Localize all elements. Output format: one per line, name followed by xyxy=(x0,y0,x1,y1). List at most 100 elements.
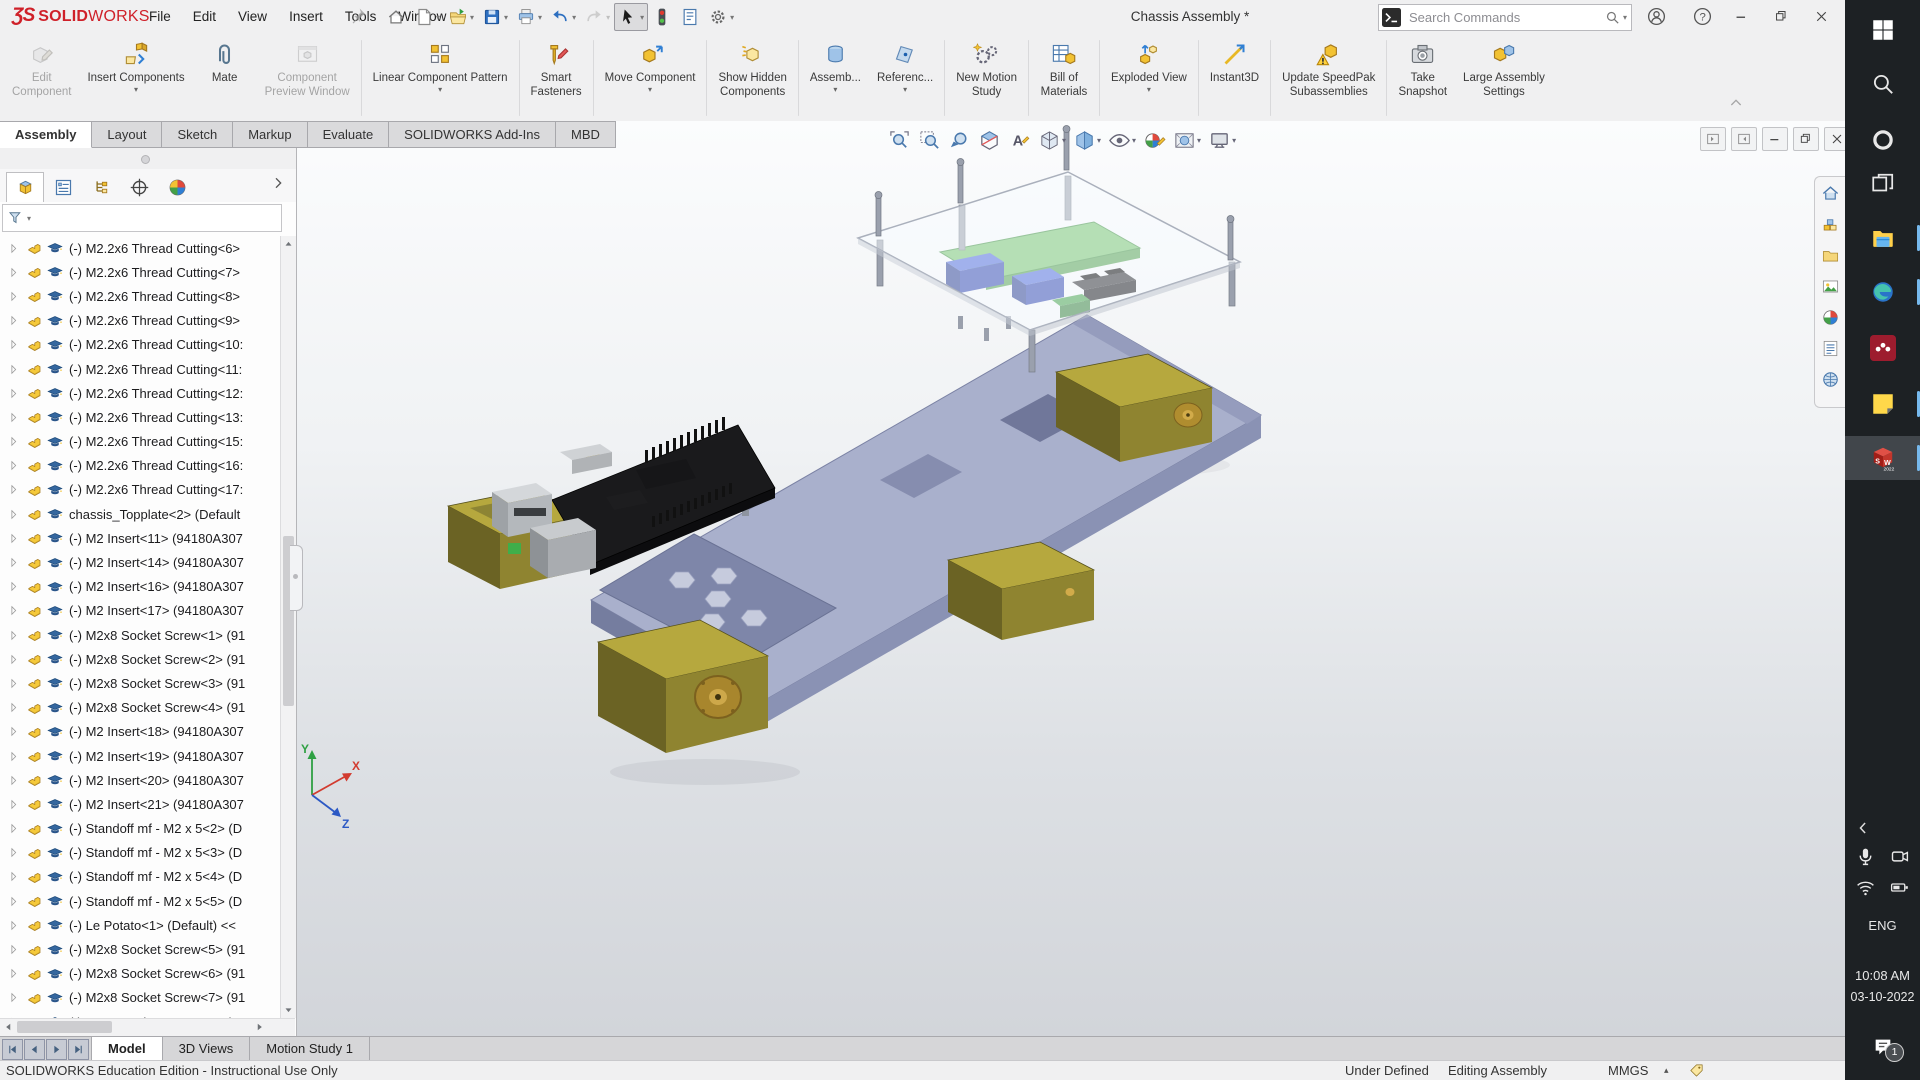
expand-arrow-icon[interactable] xyxy=(7,532,20,545)
scroll-left-icon[interactable] xyxy=(1,1020,16,1034)
doc-minimize-button[interactable] xyxy=(1762,127,1788,151)
splitter-handle[interactable] xyxy=(141,155,150,164)
menu-item[interactable]: Insert xyxy=(278,0,334,33)
ribbon-button[interactable] xyxy=(593,40,594,116)
panel-expand-icon[interactable] xyxy=(270,175,286,191)
scroll-next-button[interactable] xyxy=(46,1039,67,1060)
tab-addins[interactable]: SOLIDWORKS Add-Ins xyxy=(389,121,556,148)
tree-item[interactable]: (-) M2.2x6 Thread Cutting<10: xyxy=(0,333,280,357)
ribbon-button[interactable] xyxy=(798,40,799,116)
previous-view-button[interactable] xyxy=(946,127,973,154)
tree-item[interactable]: (-) Standoff mf - M2 x 5<3> (D xyxy=(0,841,280,865)
search-dropdown-caret[interactable]: ▾ xyxy=(1623,13,1627,22)
ribbon-button[interactable] xyxy=(519,40,520,116)
expand-arrow-icon[interactable] xyxy=(7,363,20,376)
take-snapshot-button[interactable]: Take Snapshot xyxy=(1390,37,1455,119)
file-properties-button[interactable] xyxy=(676,3,704,31)
hide-show-items-button[interactable] xyxy=(1106,127,1138,154)
tree-item[interactable]: (-) M2x8 Socket Screw<7> (91 xyxy=(0,986,280,1010)
tree-item[interactable]: (-) M2.2x6 Thread Cutting<15: xyxy=(0,430,280,454)
tree-item[interactable]: (-) M2 Insert<20> (94180A307 xyxy=(0,768,280,792)
edit-appearance-button[interactable] xyxy=(1141,127,1168,154)
props-icon[interactable] xyxy=(1821,339,1840,358)
ribbon-button[interactable] xyxy=(1198,40,1199,116)
task-view-button[interactable] xyxy=(1845,162,1920,206)
cam-icon[interactable] xyxy=(1889,846,1910,867)
featuremanager-tab[interactable] xyxy=(6,172,44,202)
show-hidden-components-button[interactable]: Show Hidden Components xyxy=(710,37,794,119)
scroll-previous-button[interactable] xyxy=(24,1039,45,1060)
expand-arrow-icon[interactable] xyxy=(7,798,20,811)
tab-assembly[interactable]: Assembly xyxy=(0,121,92,148)
lib-icon[interactable] xyxy=(1821,215,1840,234)
tree-item[interactable]: (-) M2.2x6 Thread Cutting<6> xyxy=(0,236,280,260)
expand-arrow-icon[interactable] xyxy=(7,701,20,714)
expand-arrow-icon[interactable] xyxy=(7,580,20,593)
expand-arrow-icon[interactable] xyxy=(7,459,20,472)
expand-arrow-icon[interactable] xyxy=(7,242,20,255)
insert-components-button[interactable]: Insert Components xyxy=(79,37,192,119)
tree-item[interactable]: (-) M2.2x6 Thread Cutting<7> xyxy=(0,260,280,284)
scroll-right-icon[interactable] xyxy=(252,1020,267,1034)
smart-fasteners-button[interactable]: Smart Fasteners xyxy=(523,37,590,119)
expand-arrow-icon[interactable] xyxy=(7,483,20,496)
home-button[interactable] xyxy=(382,3,410,31)
open-button[interactable] xyxy=(444,3,478,31)
tree-vertical-scrollbar[interactable] xyxy=(280,236,296,1018)
units-selector[interactable]: MMGS xyxy=(1608,1063,1648,1078)
tree-item[interactable]: (-) M2x8 Socket Screw<2> (91 xyxy=(0,647,280,671)
clock-date[interactable]: 03-10-2022 xyxy=(1845,990,1920,1004)
component-preview-window-button[interactable]: Component Preview Window xyxy=(257,37,358,119)
expand-arrow-icon[interactable] xyxy=(7,967,20,980)
tag-icon[interactable] xyxy=(1688,1062,1705,1079)
ribbon-collapse-icon[interactable] xyxy=(1726,95,1746,111)
doc-restore-button[interactable] xyxy=(1793,127,1819,151)
ribbon-button[interactable] xyxy=(706,40,707,116)
displaymanager-tab[interactable] xyxy=(158,172,196,202)
tree-item[interactable]: (-) M2.2x6 Thread Cutting<12: xyxy=(0,381,280,405)
expand-arrow-icon[interactable] xyxy=(7,943,20,956)
account-icon[interactable] xyxy=(1646,6,1667,27)
display-style-button[interactable] xyxy=(1071,127,1103,154)
expand-arrow-icon[interactable] xyxy=(7,870,20,883)
assembly-model[interactable]: Y X Z xyxy=(296,121,1845,1036)
tree-item[interactable]: (-) M2 Insert<11> (94180A307 xyxy=(0,526,280,550)
dimxpertmanager-tab[interactable] xyxy=(120,172,158,202)
tree-item[interactable]: (-) M2.2x6 Thread Cutting<9> xyxy=(0,309,280,333)
home-icon[interactable] xyxy=(1821,184,1840,203)
tree-item[interactable]: chassis_Topplate<2> (Default xyxy=(0,502,280,526)
close-button[interactable] xyxy=(1806,4,1836,29)
menu-item[interactable]: File xyxy=(138,0,182,33)
new-document-button[interactable] xyxy=(410,3,444,31)
tree-item[interactable]: (-) M2 Insert<16> (94180A307 xyxy=(0,575,280,599)
expand-arrow-icon[interactable] xyxy=(7,750,20,763)
expand-arrow-icon[interactable] xyxy=(7,411,20,424)
tree-item[interactable]: (-) M2x8 Socket Screw<3> (91 xyxy=(0,671,280,695)
tree-item[interactable]: (-) M2.2x6 Thread Cutting<16: xyxy=(0,454,280,478)
units-caret[interactable]: ▴ xyxy=(1664,1065,1669,1076)
mic-icon[interactable] xyxy=(1855,846,1876,867)
tab-layout[interactable]: Layout xyxy=(92,121,162,148)
options-button[interactable] xyxy=(704,3,738,31)
instant3d-button[interactable]: Instant3D xyxy=(1202,37,1267,119)
move-component-button[interactable]: Move Component xyxy=(597,37,704,119)
expand-arrow-icon[interactable] xyxy=(7,508,20,521)
scroll-last-button[interactable] xyxy=(68,1039,89,1060)
view-settings-button[interactable] xyxy=(1206,127,1238,154)
expand-arrow-icon[interactable] xyxy=(7,266,20,279)
expand-arrow-icon[interactable] xyxy=(7,895,20,908)
print-button[interactable] xyxy=(512,3,546,31)
tab-sketch[interactable]: Sketch xyxy=(162,121,233,148)
tree-item[interactable]: (-) M2x8 Socket Screw<4> (91 xyxy=(0,696,280,720)
tab-evaluate[interactable]: Evaluate xyxy=(308,121,390,148)
expand-arrow-icon[interactable] xyxy=(7,725,20,738)
tree-item[interactable]: (-) M2 Insert<14> (94180A307 xyxy=(0,550,280,574)
tree-item[interactable]: (-) M2.2x6 Thread Cutting<11: xyxy=(0,357,280,381)
filter-icon[interactable] xyxy=(7,209,25,227)
scroll-first-button[interactable] xyxy=(2,1039,23,1060)
tree-item[interactable]: (-) Standoff mf - M2 x 5<4> (D xyxy=(0,865,280,889)
ribbon-button[interactable] xyxy=(1270,40,1271,116)
mendeley-button[interactable] xyxy=(1845,326,1920,370)
exploded-view-button[interactable]: Exploded View xyxy=(1103,37,1195,119)
clock-time[interactable]: 10:08 AM xyxy=(1845,968,1920,983)
